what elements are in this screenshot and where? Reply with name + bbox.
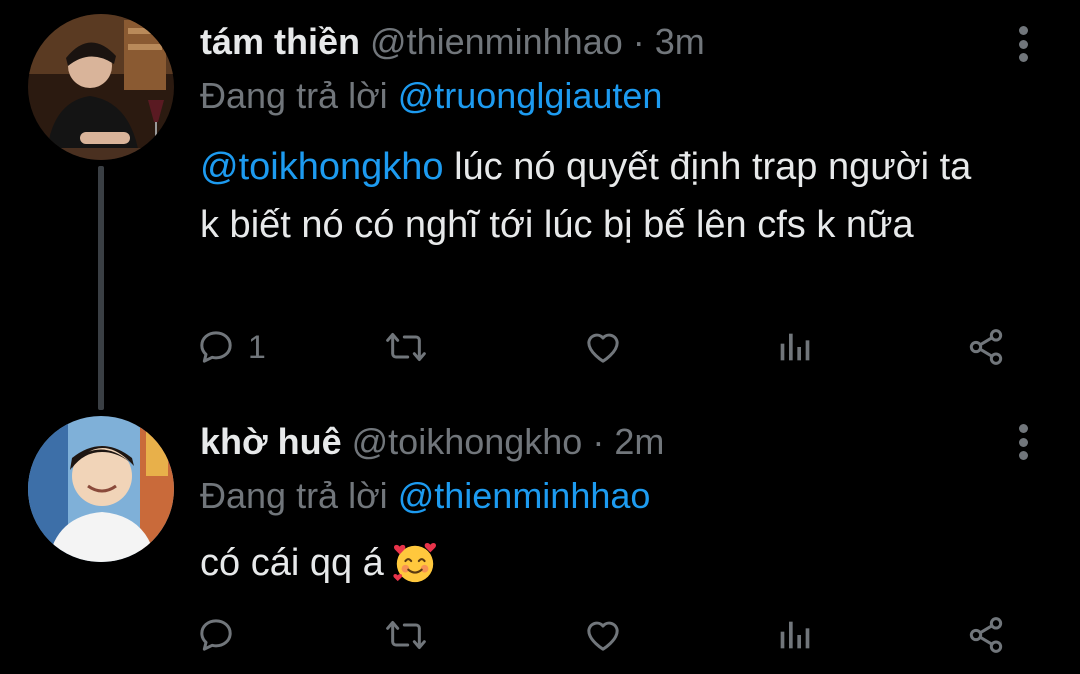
tweet-text: có cái qq á xyxy=(200,534,1000,592)
heart-icon xyxy=(587,621,619,651)
views-button[interactable] xyxy=(774,610,814,660)
share-button[interactable] xyxy=(966,610,1006,660)
reply-count: 1 xyxy=(248,328,266,365)
replying-to: Đang trả lời @truonglgiauten xyxy=(200,74,662,118)
retweet-icon xyxy=(386,333,426,361)
reply-icon xyxy=(200,331,232,363)
views-icon xyxy=(780,621,810,649)
views-icon xyxy=(780,333,810,361)
tweet-1[interactable]: tám thiền @thienminhhao · 3m Đang trả lờ… xyxy=(0,0,1080,410)
avatar-photo xyxy=(28,416,174,562)
display-name[interactable]: khờ huê xyxy=(200,421,342,462)
timestamp[interactable]: 3m xyxy=(655,21,705,62)
avatar-photo xyxy=(28,14,174,160)
views-button[interactable] xyxy=(774,322,814,372)
smiling-face-with-hearts-icon xyxy=(393,542,436,583)
retweet-button[interactable] xyxy=(384,322,428,372)
separator-dot: · xyxy=(592,421,605,462)
like-button[interactable] xyxy=(582,610,624,660)
share-icon xyxy=(969,617,1003,653)
avatar-kho-hue[interactable] xyxy=(28,416,174,562)
user-handle[interactable]: @toikhongkho xyxy=(352,421,583,462)
replying-to-mention[interactable]: @truonglgiauten xyxy=(398,75,663,116)
more-vertical-icon[interactable] xyxy=(1016,424,1030,460)
tweet-header: tám thiền @thienminhhao · 3m xyxy=(200,20,705,64)
replying-to-label: Đang trả lời xyxy=(200,475,388,516)
replying-to-mention[interactable]: @thienminhhao xyxy=(398,475,651,516)
heart-icon xyxy=(587,333,619,363)
replying-to: Đang trả lời @thienminhhao xyxy=(200,474,650,518)
tweet-body: có cái qq á xyxy=(200,542,384,584)
replying-to-label: Đang trả lời xyxy=(200,75,388,116)
separator-dot: · xyxy=(632,21,645,62)
reply-icon xyxy=(200,619,232,651)
display-name[interactable]: tám thiền xyxy=(200,21,360,62)
thread-connector-line xyxy=(98,166,104,410)
share-button[interactable] xyxy=(966,322,1006,372)
avatar-tam-thien[interactable] xyxy=(28,14,174,160)
user-handle[interactable]: @thienminhhao xyxy=(370,21,623,62)
tweet-thread: tám thiền @thienminhhao · 3m Đang trả lờ… xyxy=(0,0,1080,674)
like-button[interactable] xyxy=(582,322,624,372)
timestamp[interactable]: 2m xyxy=(614,421,664,462)
share-icon xyxy=(969,329,1003,365)
retweet-icon xyxy=(386,621,426,649)
tweet-2[interactable]: khờ huê @toikhongkho · 2m Đang trả lời @… xyxy=(0,410,1080,674)
reply-button[interactable] xyxy=(196,610,248,660)
tweet-actions xyxy=(196,610,1026,660)
retweet-button[interactable] xyxy=(384,610,428,660)
tweet-mention[interactable]: @toikhongkho xyxy=(200,146,444,188)
tweet-actions: 1 xyxy=(196,322,1026,372)
reply-button[interactable]: 1 xyxy=(196,322,266,372)
tweet-text: @toikhongkho lúc nó quyết định trap ngườ… xyxy=(200,138,1000,254)
tweet-header: khờ huê @toikhongkho · 2m xyxy=(200,420,664,464)
more-vertical-icon[interactable] xyxy=(1016,26,1030,62)
